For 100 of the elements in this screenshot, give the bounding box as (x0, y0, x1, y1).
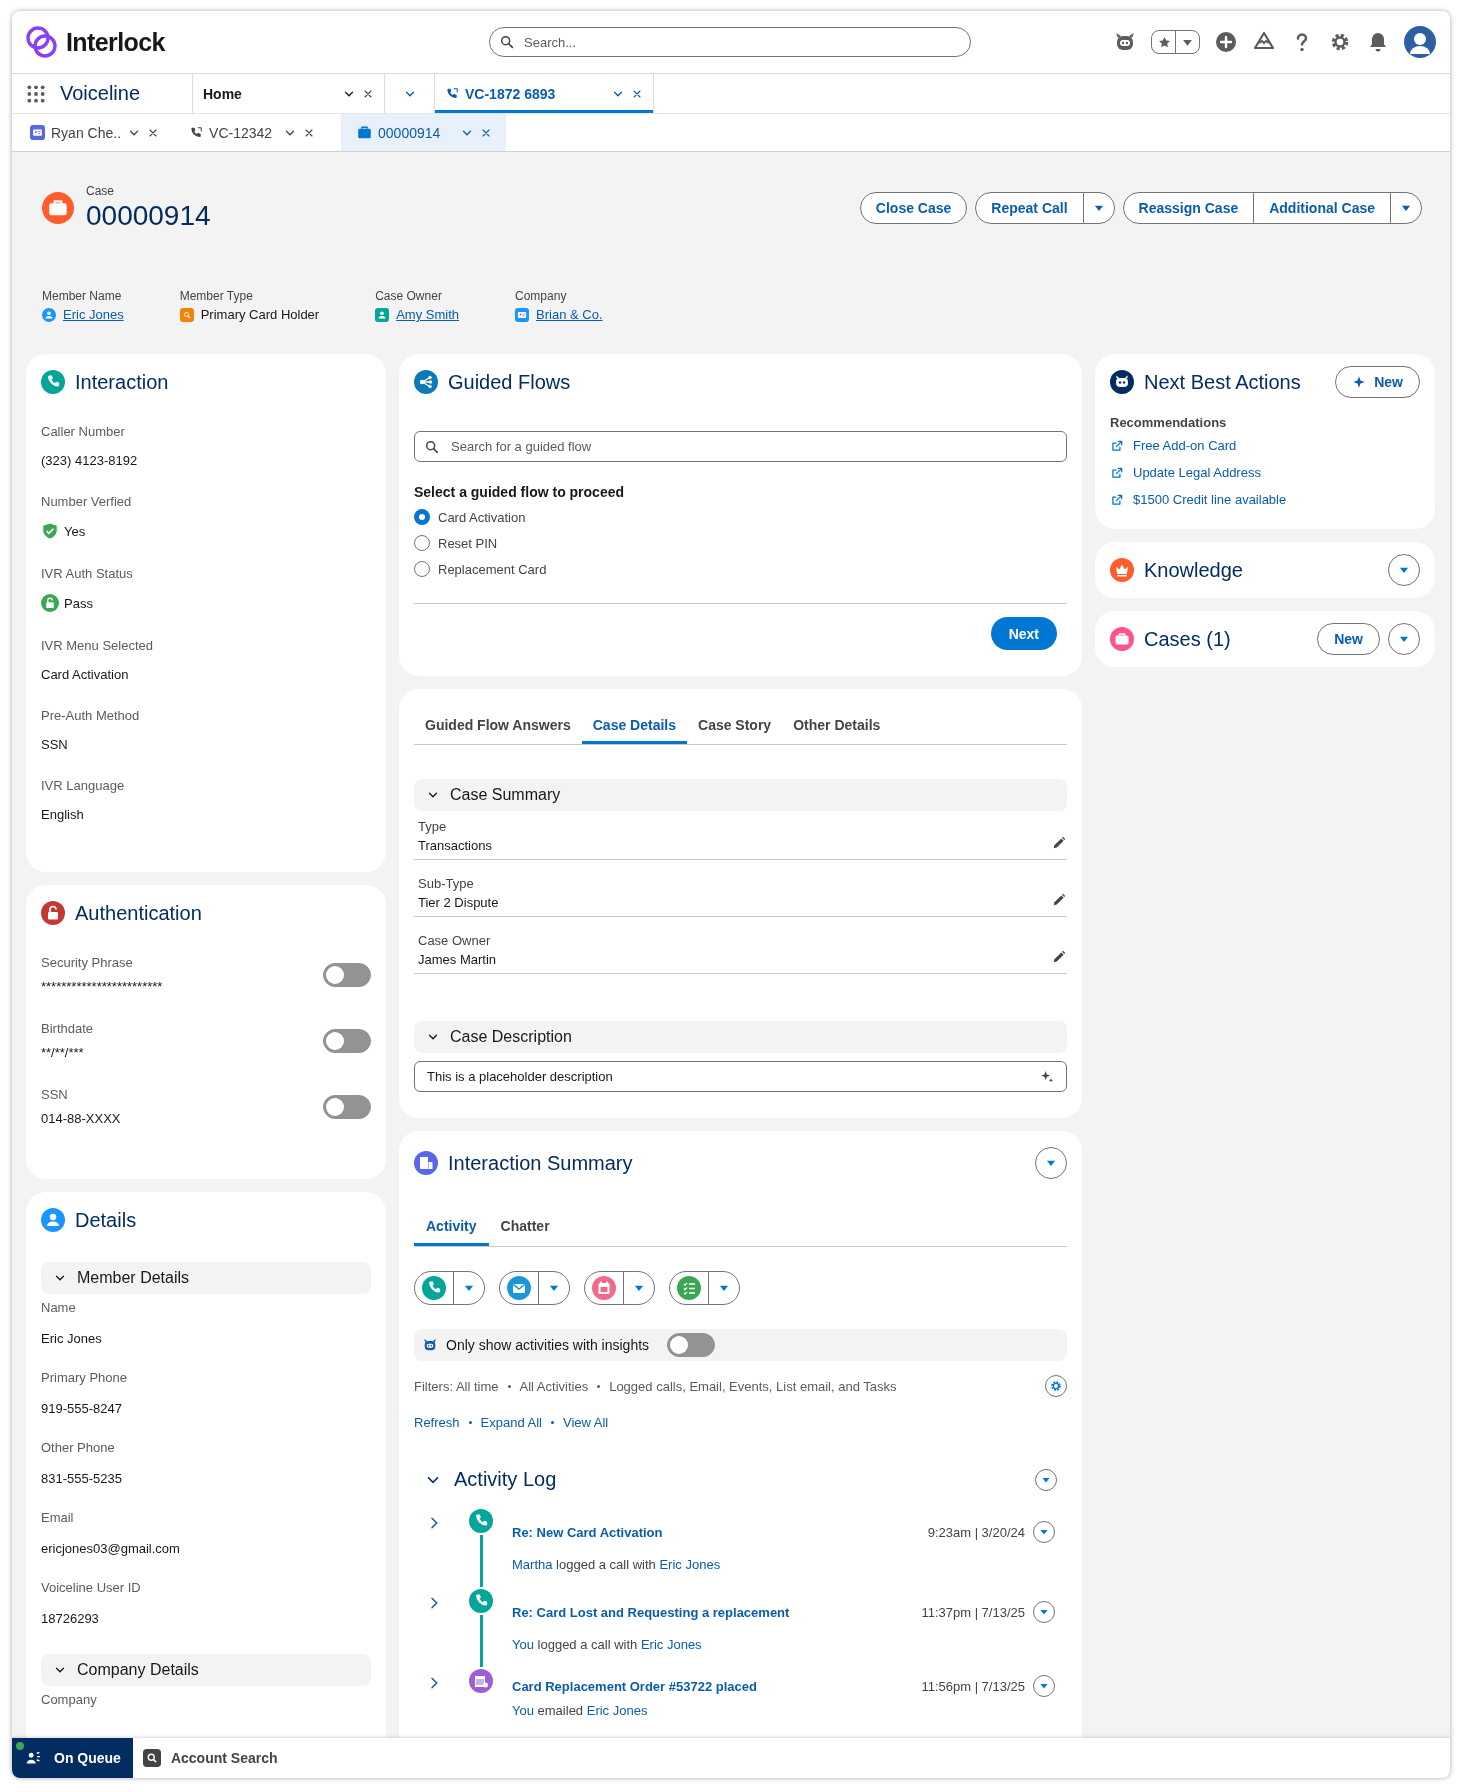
edit-icon[interactable] (1051, 949, 1067, 965)
search-field[interactable]: Search... (489, 27, 971, 57)
activity-title[interactable]: Re: New Card Activation (512, 1524, 663, 1540)
dropdown-button[interactable] (1035, 1468, 1057, 1491)
action-button[interactable]: Repeat Call (975, 192, 1084, 224)
field-value: ericjones03@gmail.com (41, 1540, 180, 1556)
composer-button[interactable] (414, 1271, 454, 1305)
recommendation-link[interactable]: Update Legal Address (1133, 465, 1261, 480)
toggle-switch[interactable] (667, 1333, 716, 1357)
workspace-tab[interactable]: VC-1872 6893 (434, 74, 654, 113)
avatar-icon[interactable] (1404, 26, 1436, 58)
add-icon[interactable] (1214, 30, 1238, 54)
edit-icon[interactable] (1051, 892, 1067, 908)
dropdown-button[interactable] (1033, 1521, 1055, 1543)
field-link[interactable]: Eric Jones (63, 307, 124, 322)
activity-title[interactable]: Card Replacement Order #53722 placed (512, 1678, 757, 1694)
favorites-button[interactable] (1151, 30, 1200, 54)
action-link[interactable]: View All (562, 1415, 609, 1430)
radio-button[interactable] (414, 509, 430, 525)
action-button[interactable]: Close Case (859, 192, 968, 224)
action-link[interactable]: Refresh (414, 1415, 460, 1430)
composer-button[interactable] (499, 1271, 539, 1305)
next-button[interactable]: Next (990, 617, 1057, 650)
tab[interactable]: Activity (414, 1208, 489, 1246)
menu-button[interactable] (1390, 192, 1422, 224)
radio-label[interactable]: Replacement Card (438, 561, 547, 577)
utility-item[interactable]: On Queue (12, 1738, 133, 1778)
field-link[interactable]: Brian & Co. (536, 307, 603, 322)
section-heading: Recommendations (1110, 415, 1228, 430)
radio-button[interactable] (414, 561, 430, 577)
menu-button[interactable] (1082, 192, 1115, 224)
section-header[interactable]: Case Description (414, 1021, 1067, 1053)
dropdown-button[interactable] (1388, 554, 1420, 586)
field-label: Case Owner (375, 289, 443, 303)
recommendation-link[interactable]: Free Add-on Card (1133, 438, 1237, 453)
section-header[interactable]: Company Details (41, 1654, 371, 1686)
new-button[interactable]: New (1317, 623, 1380, 655)
action-link[interactable]: Expand All (480, 1415, 542, 1430)
composer-button[interactable] (669, 1271, 709, 1305)
member-icon (179, 307, 194, 322)
contact-link[interactable]: Eric Jones (586, 1703, 648, 1718)
activity-description: You logged a call with Eric Jones (512, 1637, 703, 1652)
dropdown-button[interactable] (1033, 1675, 1055, 1697)
actor-link[interactable]: Martha (512, 1557, 553, 1572)
radio-label[interactable]: Card Activation (438, 509, 526, 525)
field-value: Eric Jones (41, 1330, 102, 1346)
briefcase-icon (357, 125, 373, 140)
radio-label[interactable]: Reset PIN (438, 535, 498, 551)
composer-button[interactable] (584, 1271, 624, 1305)
actor-link[interactable]: You (512, 1637, 534, 1652)
activity-title[interactable]: Re: Card Lost and Requesting a replacement (512, 1604, 790, 1620)
menu-button[interactable] (708, 1271, 740, 1305)
field-label: Security Phrase (41, 955, 134, 970)
tab[interactable]: Case Details (581, 707, 687, 744)
field-link[interactable]: Amy Smith (396, 307, 460, 322)
recommendation-link[interactable]: $1500 Credit line available (1133, 492, 1287, 507)
card-title: Interaction Summary (448, 1151, 633, 1175)
description-field[interactable]: This is a placeholder description (414, 1061, 1067, 1092)
contact-link[interactable]: Eric Jones (640, 1637, 702, 1652)
card-title: Cases (1) (1144, 627, 1231, 651)
toggle-switch[interactable] (323, 1028, 371, 1053)
field-value: 831-555-5235 (41, 1470, 122, 1486)
action-button[interactable]: Additional Case (1253, 192, 1391, 224)
menu-button[interactable] (538, 1271, 570, 1305)
filter-text: All Activities (519, 1378, 589, 1394)
utility-item[interactable]: Account Search (132, 1738, 290, 1778)
contact-icon (30, 125, 45, 140)
person-icon (41, 1208, 65, 1232)
tab[interactable]: Guided Flow Answers (414, 707, 582, 744)
phone-icon (41, 370, 65, 394)
menu-button[interactable] (453, 1271, 485, 1305)
edit-icon[interactable] (1051, 835, 1067, 851)
filter-settings-button[interactable] (1045, 1375, 1067, 1397)
new-button[interactable]: New (1335, 366, 1420, 398)
robot-icon (1110, 370, 1134, 394)
actor-link[interactable]: You (512, 1703, 534, 1718)
tab[interactable]: Chatter (488, 1208, 562, 1246)
dropdown-button[interactable] (1035, 1147, 1067, 1179)
section-header[interactable]: Case Summary (414, 779, 1067, 811)
toggle-switch[interactable] (323, 1094, 371, 1119)
search-field[interactable]: Search for a guided flow (414, 431, 1067, 462)
card-title: Authentication (75, 901, 202, 925)
field-value: SSN (41, 736, 68, 752)
company-icon (515, 307, 530, 322)
toggle-switch[interactable] (323, 962, 371, 987)
dropdown-button[interactable] (1388, 623, 1420, 655)
filter-text: Filters: All time (414, 1378, 499, 1394)
menu-button[interactable] (623, 1271, 655, 1305)
field-value: 18726293 (41, 1610, 99, 1626)
tab[interactable]: Case Story (687, 707, 783, 744)
call-icon (469, 1589, 493, 1613)
dropdown-button[interactable] (1033, 1601, 1055, 1623)
section-header[interactable]: Member Details (41, 1262, 371, 1294)
app-launcher-icon[interactable] (26, 83, 46, 104)
subtab[interactable]: 00000914 (341, 114, 507, 151)
radio-button[interactable] (414, 535, 430, 551)
tab[interactable]: Other Details (782, 707, 892, 744)
action-button[interactable]: Reassign Case (1122, 192, 1255, 224)
contact-link[interactable]: Eric Jones (659, 1557, 721, 1572)
activity-description: You emailed Eric Jones (512, 1703, 649, 1718)
